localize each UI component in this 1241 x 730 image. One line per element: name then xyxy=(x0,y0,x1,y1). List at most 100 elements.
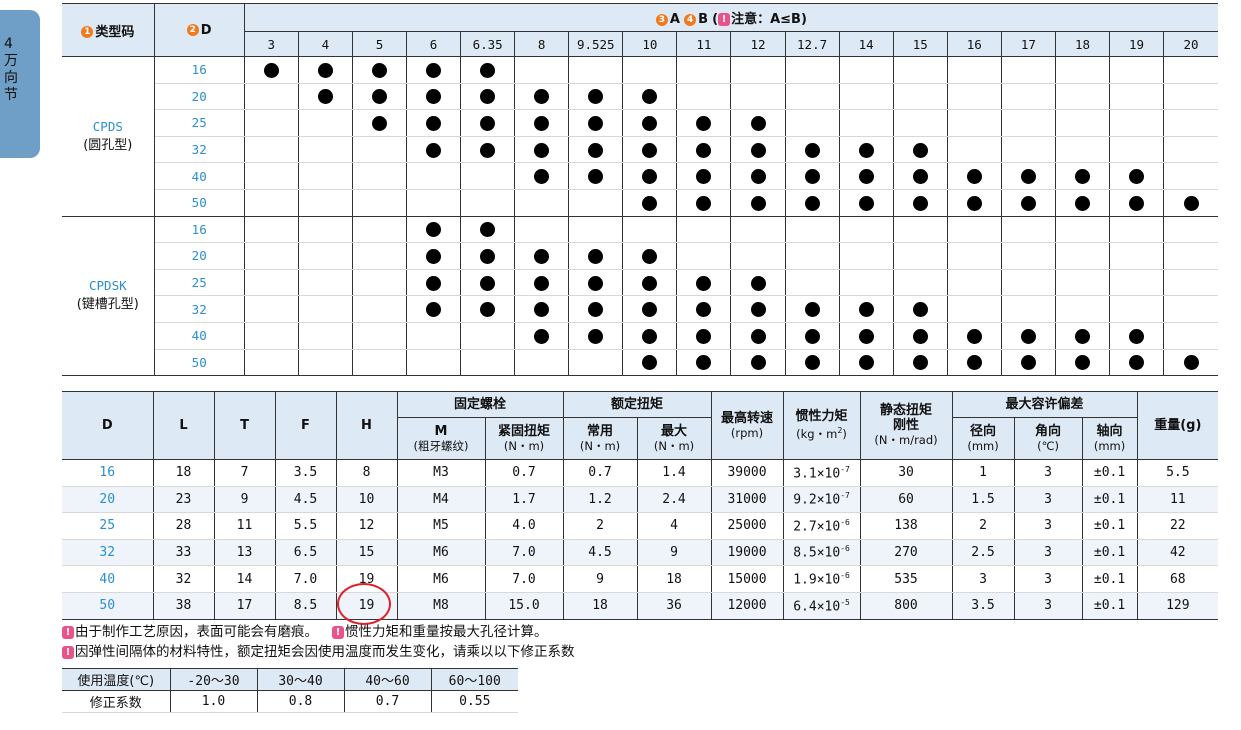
compat-cell xyxy=(1054,83,1111,111)
specifications-table: D L T F H 固定螺栓 额定扭矩 最高转速 (rpm) 惯性力矩 (kg・m 2… xyxy=(62,391,1219,620)
spec-cell-normal: 18 xyxy=(562,592,638,620)
spec-cell-angular: 3 xyxy=(1013,539,1083,567)
compat-cell xyxy=(351,242,408,270)
factor-label: 修正系数 xyxy=(62,690,171,713)
side-tab-text: 4 万 向 节 xyxy=(4,36,24,104)
spec-cell-stiff: 270 xyxy=(859,539,953,567)
spec-cell-d: 16 xyxy=(62,459,154,487)
compat-cell xyxy=(568,56,624,84)
a-value-header: 12.7 xyxy=(784,31,840,57)
compat-cell xyxy=(1109,269,1165,297)
compat-cell xyxy=(568,322,624,350)
compat-cell xyxy=(351,162,408,190)
compat-cell xyxy=(297,216,353,244)
available-dot-icon xyxy=(588,328,604,344)
compat-cell xyxy=(297,162,353,190)
compat-cell xyxy=(1163,162,1218,190)
available-dot-icon xyxy=(750,275,766,291)
available-dot-icon xyxy=(588,302,604,318)
type-code: CPDS xyxy=(92,118,123,134)
available-dot-icon xyxy=(426,62,442,78)
compat-cell xyxy=(622,162,678,190)
spec-cell-inertia: 2.7×10-6 xyxy=(782,512,861,540)
header-text: 最大容许偏差 xyxy=(1005,397,1084,412)
spec-cell-l: 32 xyxy=(152,565,215,593)
available-dot-icon xyxy=(534,115,550,131)
compat-cell xyxy=(405,216,462,244)
compat-cell xyxy=(946,109,1002,137)
compat-row: 50 xyxy=(62,349,1218,377)
compat-cell xyxy=(946,162,1002,190)
spec-cell-torque: 0.7 xyxy=(484,459,564,487)
available-dot-icon xyxy=(1129,328,1145,344)
compat-cell xyxy=(568,83,624,111)
compat-cell xyxy=(297,242,353,270)
spec-cell-d: 20 xyxy=(62,486,154,514)
compat-row: 40 xyxy=(62,322,1218,350)
a-value-header: 3 xyxy=(243,31,299,57)
compat-cell xyxy=(297,269,353,297)
compat-cell xyxy=(297,189,353,217)
spec-cell-m: M5 xyxy=(396,512,486,540)
note-text: 因弹性间隔体的材料特性，额定扭矩会因使用温度而发生变化，请乘以以下修正系数 xyxy=(75,644,575,660)
compat-cell xyxy=(1163,349,1218,377)
available-dot-icon xyxy=(966,195,982,211)
step-badge: 1 xyxy=(81,26,94,38)
spec-cell-h: 12 xyxy=(335,512,398,540)
compat-cell xyxy=(784,295,840,323)
available-dot-icon xyxy=(480,89,496,105)
spec-cell-axial: ±0.1 xyxy=(1081,486,1138,514)
available-dot-icon xyxy=(534,169,550,185)
available-dot-icon xyxy=(480,115,496,131)
compat-cell xyxy=(622,349,678,377)
col-angular: 角向 (℃) xyxy=(1013,417,1083,460)
factor-value: 1.0 xyxy=(169,690,258,713)
compat-cell xyxy=(514,109,570,137)
available-dot-icon xyxy=(480,302,496,318)
available-dot-icon xyxy=(912,142,928,158)
d-value: 16 xyxy=(153,216,245,244)
compat-cell xyxy=(568,269,624,297)
spec-cell-speed: 19000 xyxy=(710,539,784,567)
compat-cell xyxy=(243,322,299,350)
temp-range: 30～40 xyxy=(256,668,345,691)
spec-cell-stiff: 60 xyxy=(859,486,953,514)
cell-text: 60～100 xyxy=(448,674,501,689)
compat-cell xyxy=(1054,242,1111,270)
spec-cell-m: M6 xyxy=(396,539,486,567)
compat-cell xyxy=(460,322,516,350)
spec-cell-normal: 0.7 xyxy=(562,459,638,487)
available-dot-icon xyxy=(912,302,928,318)
col-rated-normal: 常用 (N・m) xyxy=(562,417,638,460)
spec-row: 50 38 17 8.5 19 M8 15.0 18 36 12000 6.4×10-5 800 3.5… xyxy=(62,592,1219,620)
compat-cell xyxy=(405,295,462,323)
type-desc: (键槽孔型) xyxy=(76,297,139,313)
type-code-header: 1 类型码 xyxy=(62,3,155,57)
compat-cell xyxy=(838,56,894,84)
available-dot-icon xyxy=(804,169,820,185)
compat-row: 32 xyxy=(62,295,1218,323)
compat-row: 32 xyxy=(62,136,1218,164)
compat-cell xyxy=(676,295,732,323)
spec-cell-inertia: 9.2×10-7 xyxy=(782,486,861,514)
note-text: 由于制作工艺原因，表面可能会有磨痕。 xyxy=(75,624,318,640)
compat-cell xyxy=(460,269,516,297)
side-tab-char: 节 xyxy=(4,87,18,103)
available-dot-icon xyxy=(426,248,442,264)
cell-text: 0.7 xyxy=(375,694,400,709)
compat-cell xyxy=(1163,269,1218,297)
side-category-tab[interactable]: 4 万 向 节 xyxy=(0,10,40,158)
header-text: D xyxy=(101,418,113,433)
compat-cell xyxy=(892,109,948,137)
available-dot-icon xyxy=(480,248,496,264)
compat-cell xyxy=(1054,162,1111,190)
compat-cell xyxy=(946,56,1002,84)
compat-cell xyxy=(1054,295,1111,323)
compat-cell xyxy=(784,83,840,111)
compat-cell xyxy=(405,242,462,270)
available-dot-icon xyxy=(858,169,874,185)
spec-cell-torque: 1.7 xyxy=(484,486,564,514)
spec-cell-axial: ±0.1 xyxy=(1081,539,1138,567)
available-dot-icon xyxy=(588,115,604,131)
compat-row: 25 xyxy=(62,269,1218,297)
